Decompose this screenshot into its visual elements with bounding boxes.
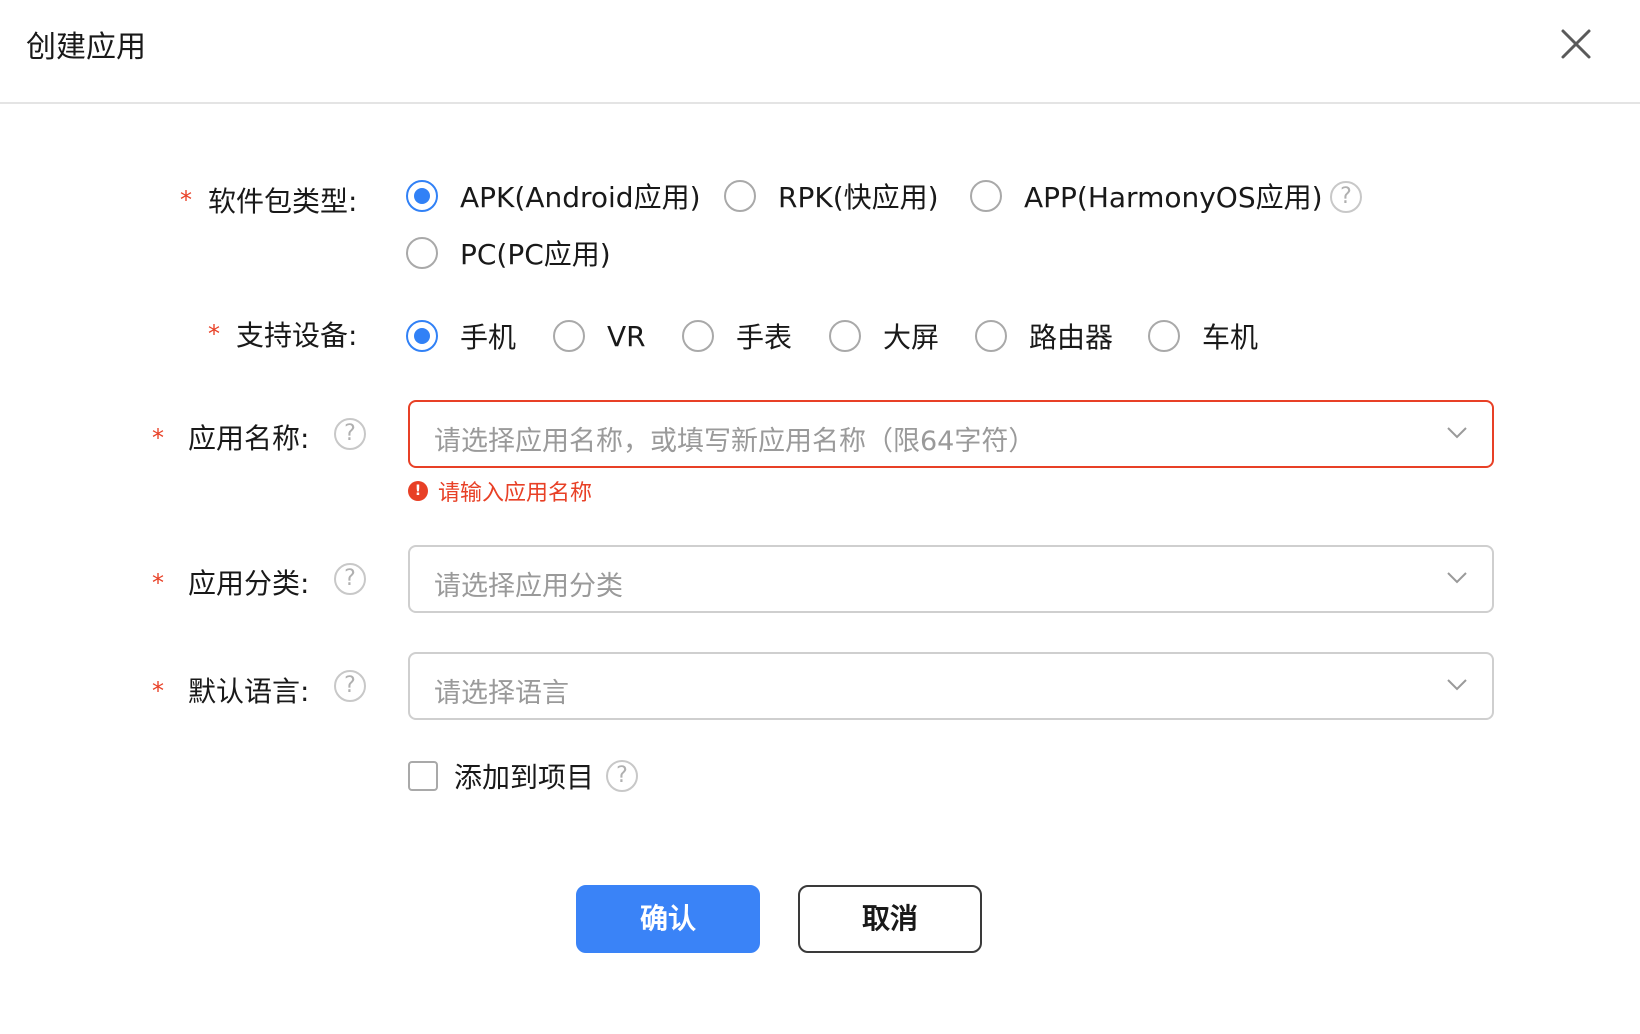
package-type-label: 软件包类型:	[208, 185, 358, 218]
required-mark: *	[152, 424, 164, 452]
app-category-label: 应用分类:	[188, 567, 310, 600]
devices-label: 支持设备:	[236, 319, 358, 352]
question-circle-icon[interactable]: ?	[606, 760, 638, 792]
app-category-placeholder: 请选择应用分类	[434, 571, 623, 602]
default-language-select[interactable]: 请选择语言	[408, 652, 1494, 720]
app-name-placeholder: 请选择应用名称，或填写新应用名称（限64字符）	[434, 426, 1036, 457]
radio-label: 手机	[460, 321, 517, 354]
radio-package-rpk[interactable]: RPK(快应用)	[724, 178, 939, 214]
radio-label: VR	[607, 319, 646, 353]
radio-unchecked-icon[interactable]	[970, 180, 1002, 212]
error-text: 请输入应用名称	[438, 481, 593, 506]
checkbox-icon[interactable]	[408, 761, 438, 791]
radio-unchecked-icon[interactable]	[829, 320, 861, 352]
app-name-select[interactable]: 请选择应用名称，或填写新应用名称（限64字符）	[408, 400, 1494, 468]
radio-device-vr[interactable]: VR	[553, 318, 646, 354]
question-circle-icon[interactable]: ?	[334, 418, 366, 450]
radio-package-app[interactable]: APP(HarmonyOS应用)	[970, 178, 1323, 214]
dialog-header: 创建应用	[0, 0, 1640, 104]
radio-checked-icon[interactable]	[406, 320, 438, 352]
required-mark: *	[152, 677, 164, 705]
question-circle-icon[interactable]: ?	[1330, 181, 1362, 213]
radio-checked-icon[interactable]	[406, 180, 438, 212]
radio-unchecked-icon[interactable]	[682, 320, 714, 352]
radio-unchecked-icon[interactable]	[406, 237, 438, 269]
radio-label: APP(HarmonyOS应用)	[1024, 181, 1323, 214]
confirm-button[interactable]: 确认	[576, 885, 760, 953]
app-category-select[interactable]: 请选择应用分类	[408, 545, 1494, 613]
radio-unchecked-icon[interactable]	[724, 180, 756, 212]
add-to-project-checkbox[interactable]: 添加到项目	[408, 758, 594, 794]
question-circle-icon[interactable]: ?	[334, 670, 366, 702]
radio-label: APK(Android应用)	[460, 181, 701, 214]
radio-label: 大屏	[883, 321, 940, 354]
radio-device-phone[interactable]: 手机	[406, 318, 516, 354]
app-name-label: 应用名称:	[188, 422, 310, 455]
radio-label: 车机	[1202, 321, 1259, 354]
app-name-error: ! 请输入应用名称	[408, 476, 592, 506]
default-language-label: 默认语言:	[188, 675, 310, 708]
radio-device-router[interactable]: 路由器	[975, 318, 1113, 354]
radio-label: RPK(快应用)	[778, 181, 939, 214]
radio-label: PC(PC应用)	[460, 238, 611, 271]
radio-label: 手表	[736, 321, 793, 354]
radio-device-watch[interactable]: 手表	[682, 318, 792, 354]
radio-device-screen[interactable]: 大屏	[829, 318, 939, 354]
radio-unchecked-icon[interactable]	[975, 320, 1007, 352]
radio-package-apk[interactable]: APK(Android应用)	[406, 178, 701, 214]
chevron-down-icon	[1447, 679, 1467, 691]
radio-label: 路由器	[1029, 321, 1114, 354]
chevron-down-icon	[1447, 572, 1467, 584]
radio-unchecked-icon[interactable]	[1148, 320, 1180, 352]
required-mark: *	[208, 320, 220, 348]
error-icon: !	[408, 481, 428, 501]
radio-device-car[interactable]: 车机	[1148, 318, 1258, 354]
question-circle-icon[interactable]: ?	[334, 563, 366, 595]
default-language-placeholder: 请选择语言	[434, 678, 569, 709]
required-mark: *	[180, 186, 192, 214]
cancel-button[interactable]: 取消	[798, 885, 982, 953]
chevron-down-icon	[1447, 427, 1467, 439]
radio-package-pc[interactable]: PC(PC应用)	[406, 235, 611, 271]
close-icon[interactable]	[1556, 24, 1596, 64]
required-mark: *	[152, 569, 164, 597]
dialog-title: 创建应用	[26, 30, 146, 65]
add-to-project-label: 添加到项目	[454, 761, 595, 794]
create-app-dialog: 创建应用 * 软件包类型: APK(Android应用) RPK(快应用) AP…	[0, 0, 1640, 1034]
radio-unchecked-icon[interactable]	[553, 320, 585, 352]
